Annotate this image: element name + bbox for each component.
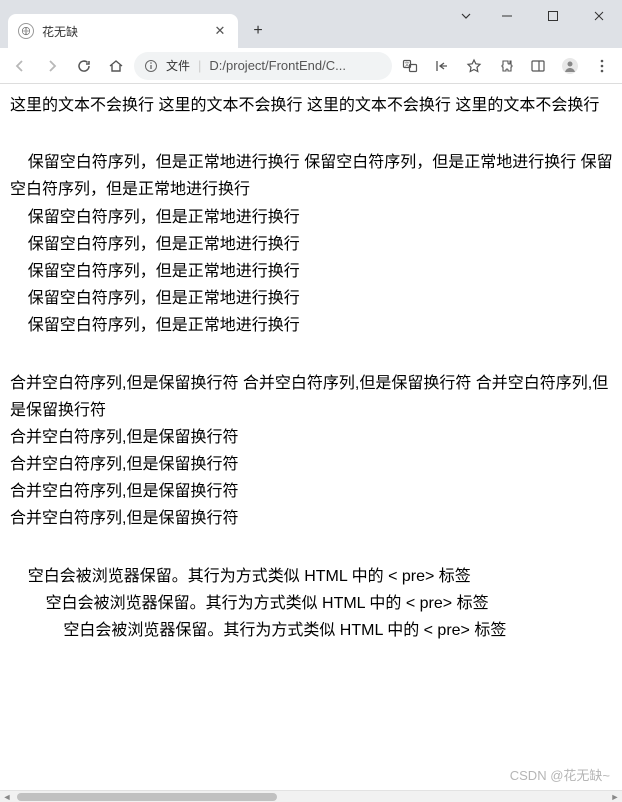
addr-chip: 文件 (166, 57, 190, 74)
tab-title: 花无缺 (42, 23, 212, 40)
side-panel-icon[interactable] (524, 52, 552, 80)
back-button[interactable] (6, 52, 34, 80)
home-button[interactable] (102, 52, 130, 80)
separator: | (198, 58, 201, 73)
svg-text:文: 文 (404, 61, 409, 68)
close-tab-icon[interactable]: ✕ (212, 23, 228, 39)
info-icon[interactable] (144, 59, 158, 73)
addr-path: D:/project/FrontEnd/C... (209, 58, 382, 73)
forward-button[interactable] (38, 52, 66, 80)
page-content: 这里的文本不会换行 这里的文本不会换行 这里的文本不会换行 这里的文本不会换行 … (0, 84, 622, 790)
tab-strip: 花无缺 ✕ + (0, 14, 448, 48)
star-icon[interactable] (460, 52, 488, 80)
scroll-right-arrow[interactable]: ► (608, 792, 622, 802)
watermark: CSDN @花无缺~ (510, 765, 610, 784)
addr-chip-label: 文件 (166, 57, 190, 74)
window-titlebar: 花无缺 ✕ + (0, 0, 622, 48)
prewrap-block: 保留空白符序列，但是正常地进行换行 保留空白符序列，但是正常地进行换行 保留空白… (10, 149, 622, 339)
maximize-button[interactable] (530, 0, 576, 32)
scroll-left-arrow[interactable]: ◄ (0, 792, 14, 802)
globe-icon (18, 23, 34, 39)
profile-icon[interactable] (556, 52, 584, 80)
scroll-thumb[interactable] (17, 793, 277, 801)
nowrap-block: 这里的文本不会换行 这里的文本不会换行 这里的文本不会换行 这里的文本不会换行 (10, 92, 622, 119)
preline-block: 合并空白符序列,但是保留换行符 合并空白符序列,但是保留换行符 合并空白符序列,… (10, 370, 622, 533)
browser-toolbar: 文件 | D:/project/FrontEnd/C... 文 (0, 48, 622, 84)
window-controls (448, 0, 622, 32)
reload-button[interactable] (70, 52, 98, 80)
translate-icon[interactable]: 文 (396, 52, 424, 80)
minimize-button[interactable] (484, 0, 530, 32)
horizontal-scrollbar[interactable]: ◄ ► (0, 790, 622, 802)
address-bar[interactable]: 文件 | D:/project/FrontEnd/C... (134, 52, 392, 80)
new-tab-button[interactable]: + (244, 17, 272, 45)
share-icon[interactable] (428, 52, 456, 80)
extensions-icon[interactable] (492, 52, 520, 80)
close-window-button[interactable] (576, 0, 622, 32)
browser-tab[interactable]: 花无缺 ✕ (8, 14, 238, 48)
pre-block: 空白会被浏览器保留。其行为方式类似 HTML 中的 < pre> 标签 空白会被… (10, 563, 622, 645)
menu-icon[interactable] (588, 52, 616, 80)
chevron-down-icon[interactable] (448, 0, 484, 32)
